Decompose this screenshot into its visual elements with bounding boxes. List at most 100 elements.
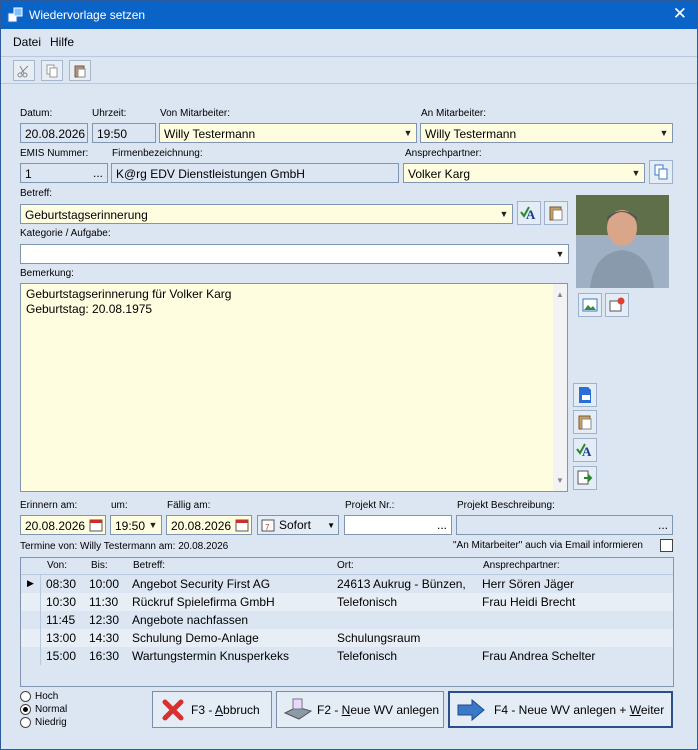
neue-wv-label: F2 - Neue WV anlegen — [317, 702, 440, 717]
von-mitarbeiter-combo[interactable]: Willy Testermann ▼ — [159, 123, 417, 143]
cell-von: 11:45 — [46, 613, 76, 627]
clipboard-icon — [549, 206, 563, 221]
cell-ort: Telefonisch — [337, 595, 398, 609]
cell-betreff: Schulung Demo-Anlage — [132, 631, 259, 645]
ansprechpartner-label: Ansprechpartner: — [405, 148, 482, 159]
ansprechpartner-combo[interactable]: Volker Karg ▼ — [403, 163, 645, 183]
table-row[interactable]: 15:00 16:30 Wartungstermin Knusperkeks T… — [21, 647, 673, 665]
spellcheck-button[interactable]: A — [517, 201, 541, 225]
menu-bar: Datei Hilfe — [1, 31, 697, 53]
chevron-down-icon[interactable]: ▼ — [400, 124, 416, 142]
table-row[interactable]: 13:00 14:30 Schulung Demo-Anlage Schulun… — [21, 629, 673, 647]
email-info-checkbox[interactable] — [660, 539, 673, 552]
copy-icon — [46, 64, 58, 77]
col-header-von: Von: — [47, 560, 68, 571]
scroll-up-icon[interactable]: ▲ — [556, 287, 564, 302]
bemerkung-line: Geburtstagserinnerung für Volker Karg — [26, 287, 232, 301]
priority-normal-radio[interactable]: Normal — [20, 704, 67, 715]
bemerkung-textblock-button[interactable] — [573, 410, 597, 434]
priority-hoch-radio[interactable]: Hoch — [20, 691, 58, 702]
current-row-arrow-icon: ▶ — [27, 578, 34, 588]
close-icon[interactable]: ✕ — [673, 4, 687, 24]
textblock-button[interactable] — [544, 201, 568, 225]
cancel-x-icon — [162, 699, 184, 720]
contact-copy-button[interactable] — [649, 160, 673, 184]
um-combo[interactable]: 19:50 ▼ — [110, 515, 162, 535]
datum-field[interactable]: 20.08.2026 — [20, 123, 88, 143]
firma-field[interactable]: K@rg EDV Dienstleistungen GmbH — [111, 163, 399, 183]
menu-hilfe[interactable]: Hilfe — [50, 35, 74, 49]
photo-load-button[interactable] — [605, 293, 629, 317]
contact-photo — [576, 195, 669, 288]
cell-von: 15:00 — [46, 649, 77, 663]
emis-lookup-button[interactable]: ... — [93, 166, 103, 180]
image-add-icon — [609, 297, 625, 312]
calendar-icon[interactable] — [87, 516, 105, 534]
scissors-icon — [17, 65, 29, 77]
termine-info: Termine von: Willy Testermann am: 20.08.… — [20, 541, 229, 552]
neue-wv-button[interactable]: F2 - Neue WV anlegen — [276, 691, 444, 728]
cell-ansprechpartner: Herr Sören Jäger — [482, 577, 575, 591]
projekt-beschreibung-lookup-button[interactable]: ... — [658, 518, 668, 532]
col-header-bis: Bis: — [91, 560, 108, 571]
projekt-lookup-button[interactable]: ... — [437, 518, 447, 532]
priority-niedrig-label: Niedrig — [35, 717, 67, 728]
chevron-down-icon[interactable]: ▼ — [496, 205, 512, 223]
svg-text:7: 7 — [265, 523, 270, 532]
cell-betreff: Rückruf Spielefirma GmbH — [132, 595, 275, 609]
copy-button[interactable] — [41, 60, 63, 81]
uhrzeit-field[interactable]: 19:50 — [92, 123, 156, 143]
chevron-down-icon[interactable]: ▼ — [552, 245, 568, 263]
cell-betreff: Angebote nachfassen — [132, 613, 249, 627]
photo-view-button[interactable] — [578, 293, 602, 317]
cell-von: 13:00 — [46, 631, 77, 645]
projekt-field[interactable]: ... — [344, 515, 452, 535]
um-value: 19:50 — [115, 519, 146, 533]
emis-field[interactable]: 1 ... — [20, 163, 108, 183]
table-row[interactable]: 10:30 11:30 Rückruf Spielefirma GmbH Tel… — [21, 593, 673, 611]
sofort-button[interactable]: 7 Sofort ▼ — [257, 515, 339, 535]
excel-export-button[interactable] — [573, 383, 597, 407]
cell-betreff: Angebot Security First AG — [132, 577, 271, 591]
chevron-down-icon[interactable]: ▼ — [656, 124, 672, 142]
chevron-down-icon: ▼ — [327, 520, 335, 530]
document-blue-icon — [579, 387, 591, 403]
insert-document-button[interactable] — [573, 466, 597, 490]
bemerkung-textarea[interactable]: Geburtstagserinnerung für Volker Karg Ge… — [20, 283, 568, 492]
row-indicator — [21, 611, 41, 629]
cell-bis: 11:30 — [89, 595, 119, 609]
priority-niedrig-radio[interactable]: Niedrig — [20, 717, 67, 728]
paste-button[interactable] — [69, 60, 91, 81]
an-mitarbeiter-combo[interactable]: Willy Testermann ▼ — [420, 123, 673, 143]
table-row[interactable]: 11:45 12:30 Angebote nachfassen — [21, 611, 673, 629]
projekt-label: Projekt Nr.: — [345, 500, 395, 511]
betreff-combo[interactable]: Geburtstagserinnerung ▼ — [20, 204, 513, 224]
row-indicator: ▶ — [21, 575, 41, 593]
vertical-scrollbar[interactable]: ▲ ▼ — [553, 284, 567, 491]
chevron-down-icon[interactable]: ▼ — [628, 164, 644, 182]
calendar-icon[interactable] — [233, 516, 251, 534]
erinnern-label: Erinnern am: — [20, 500, 78, 511]
neue-wv-weiter-button[interactable]: F4 - Neue WV anlegen + Weiter — [448, 691, 673, 728]
app-icon — [7, 7, 23, 23]
radio-circle — [20, 691, 31, 702]
bemerkung-spellcheck-button[interactable]: A — [573, 438, 597, 462]
paste-icon — [74, 65, 86, 77]
row-indicator — [21, 629, 41, 647]
clipboard-icon — [578, 415, 592, 430]
abbruch-button[interactable]: F3 - Abbruch — [152, 691, 272, 728]
table-row[interactable]: ▶ 08:30 10:00 Angebot Security First AG … — [21, 575, 673, 593]
kategorie-combo[interactable]: ▼ — [20, 244, 569, 264]
radio-circle — [20, 704, 31, 715]
scroll-down-icon[interactable]: ▼ — [556, 473, 564, 488]
menu-datei[interactable]: Datei — [13, 35, 41, 49]
projekt-beschreibung-field[interactable]: ... — [456, 515, 673, 535]
row-indicator — [21, 647, 41, 665]
arrow-right-icon — [457, 698, 485, 721]
projekt-beschreibung-label: Projekt Beschreibung: — [457, 500, 555, 511]
cut-button[interactable] — [13, 60, 35, 81]
an-mitarbeiter-label: An Mitarbeiter: — [421, 108, 487, 119]
neue-wv-weiter-label: F4 - Neue WV anlegen + Weiter — [494, 702, 665, 717]
bemerkung-line: Geburtstag: 20.08.1975 — [26, 302, 153, 316]
chevron-down-icon[interactable]: ▼ — [145, 516, 161, 534]
